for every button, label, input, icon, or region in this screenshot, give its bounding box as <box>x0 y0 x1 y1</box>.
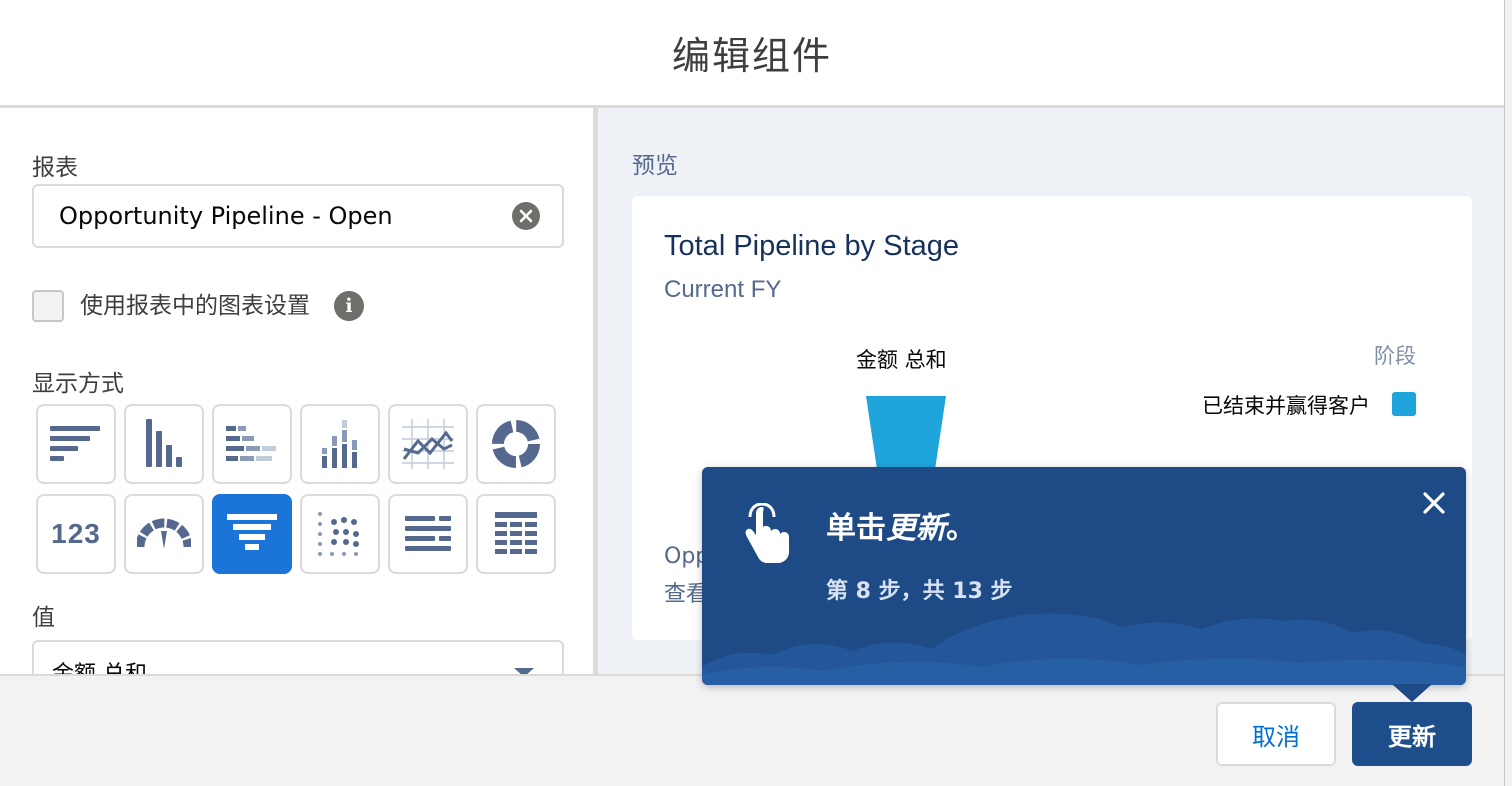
metric-icon: 123 <box>51 518 101 549</box>
value-select-text: 金额 总和 <box>52 662 147 674</box>
component-settings-panel: 报表 Opportunity Pipeline - Open 使用报表中的图表设… <box>0 108 598 674</box>
donut-chart-icon <box>492 420 540 468</box>
grid-table-icon <box>495 512 537 554</box>
update-button[interactable]: 更新 <box>1352 702 1472 766</box>
legend-title: 阶段 <box>1374 344 1416 368</box>
card-subtitle: Current FY <box>664 276 782 303</box>
modal-footer: 取消 更新 <box>0 674 1504 786</box>
tour-title-emphasis: 更新 <box>886 511 946 546</box>
horizontal-bar-chart-tile[interactable] <box>36 404 116 484</box>
gauge-tile[interactable] <box>124 494 204 574</box>
cancel-button[interactable]: 取消 <box>1216 702 1336 766</box>
clouds-decoration <box>702 613 1466 685</box>
list-table-icon <box>405 516 451 551</box>
metric-tile[interactable]: 123 <box>36 494 116 574</box>
legend-item-label: 已结束并赢得客户 <box>1202 394 1370 418</box>
scatter-chart-icon <box>318 512 359 556</box>
list-table-tile[interactable] <box>388 494 468 574</box>
scatter-chart-tile[interactable] <box>300 494 380 574</box>
funnel-measure-label: 金额 总和 <box>856 348 947 372</box>
grid-table-tile[interactable] <box>476 494 556 574</box>
funnel-segment <box>866 396 946 476</box>
background-page-edge <box>1504 0 1512 786</box>
stacked-horizontal-bar-icon <box>226 426 276 461</box>
line-chart-tile[interactable] <box>388 404 468 484</box>
donut-chart-tile[interactable] <box>476 404 556 484</box>
tour-title-prefix: 单击 <box>826 511 886 546</box>
value-label: 值 <box>32 605 55 631</box>
modal-title: 编辑组件 <box>671 34 832 78</box>
tour-title: 单击更新。 <box>826 503 976 547</box>
report-input-value: Opportunity Pipeline - Open <box>59 202 393 230</box>
modal-header: 编辑组件 <box>0 0 1504 108</box>
funnel-chart-icon <box>227 514 277 550</box>
preview-label: 预览 <box>632 153 678 179</box>
stacked-vertical-bar-tile[interactable] <box>300 404 380 484</box>
stacked-vertical-bar-icon <box>322 420 357 468</box>
legend-swatch <box>1392 392 1416 416</box>
tour-pointer-arrow <box>1392 684 1432 702</box>
vertical-bar-chart-icon <box>146 419 182 467</box>
vertical-bar-chart-tile[interactable] <box>124 404 204 484</box>
report-input[interactable]: Opportunity Pipeline - Open <box>32 184 564 248</box>
clear-icon[interactable] <box>512 202 540 230</box>
use-report-chart-settings-checkbox[interactable] <box>32 290 64 322</box>
tour-step-counter: 第 8 步，共 13 步 <box>826 579 1013 604</box>
display-as-label: 显示方式 <box>32 371 124 397</box>
gauge-icon <box>137 518 191 549</box>
horizontal-bar-chart-icon <box>50 426 100 461</box>
tour-popover: 单击更新。 第 8 步，共 13 步 <box>702 467 1466 685</box>
funnel-chart-tile[interactable] <box>212 494 292 574</box>
value-select[interactable]: 金额 总和 <box>32 640 564 674</box>
report-label: 报表 <box>32 155 78 181</box>
line-chart-icon <box>402 419 454 469</box>
touch-hand-icon <box>745 503 789 563</box>
info-icon[interactable]: i <box>334 291 364 321</box>
stacked-horizontal-bar-tile[interactable] <box>212 404 292 484</box>
use-report-chart-settings-label: 使用报表中的图表设置 <box>80 293 310 319</box>
close-icon[interactable] <box>1420 489 1448 517</box>
tour-title-suffix: 。 <box>946 511 976 546</box>
card-title: Total Pipeline by Stage <box>664 230 960 262</box>
